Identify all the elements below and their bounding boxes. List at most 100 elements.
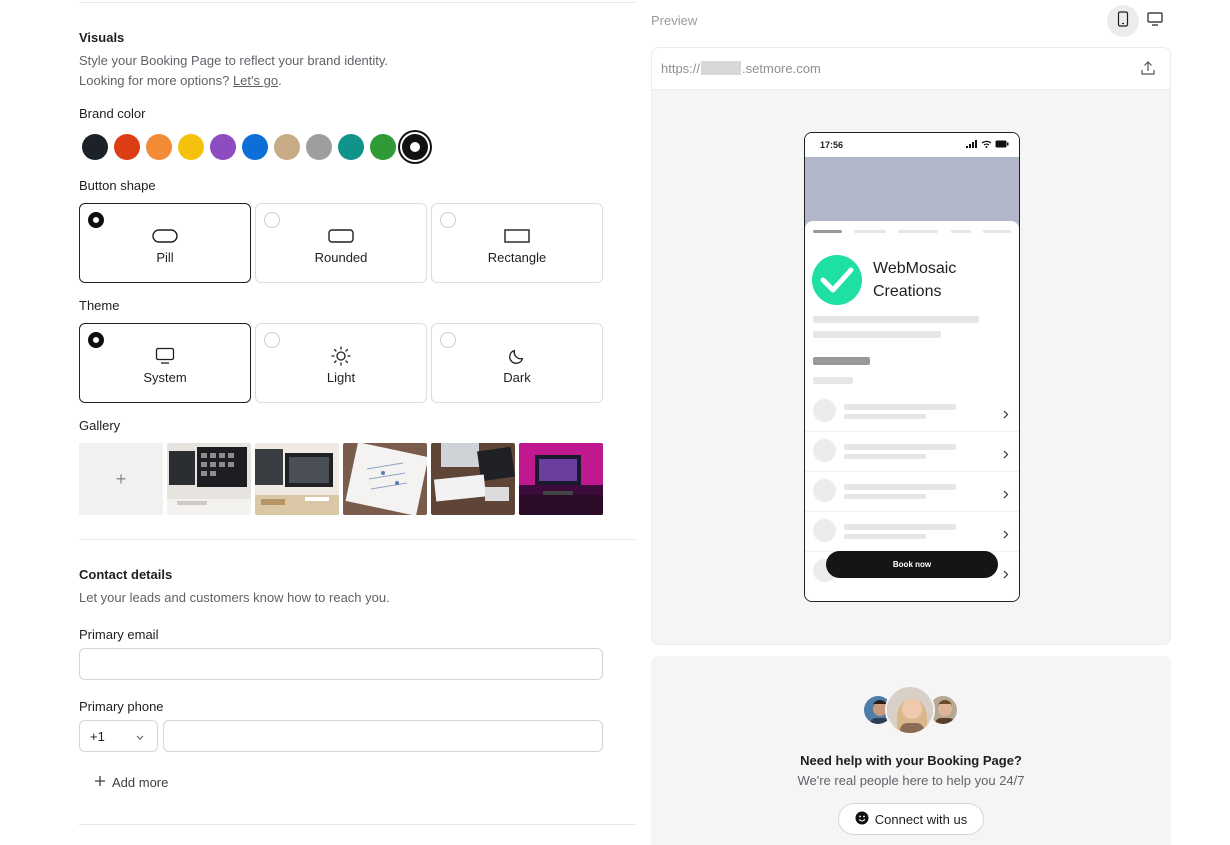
button-shape-rectangle[interactable]: Rectangle xyxy=(431,203,603,283)
chevron-right-icon xyxy=(1003,486,1009,504)
placeholder-heading xyxy=(813,357,870,365)
smiley-icon xyxy=(855,811,869,828)
mobile-preview-button[interactable] xyxy=(1107,5,1139,37)
lets-go-link[interactable]: Let's go xyxy=(233,73,278,88)
placeholder-line xyxy=(844,484,956,490)
brand-color-swatch[interactable] xyxy=(82,134,108,160)
theme-label: Theme xyxy=(79,298,120,313)
more-options-suffix: . xyxy=(278,73,282,88)
radio-unselected[interactable] xyxy=(440,332,456,348)
url-bar: https:// .setmore.com xyxy=(652,48,1170,90)
gallery-image[interactable] xyxy=(343,443,427,515)
brand-color-swatch[interactable] xyxy=(146,134,172,160)
radio-selected[interactable] xyxy=(88,212,104,228)
service-row[interactable] xyxy=(805,472,1019,512)
gallery-image[interactable] xyxy=(167,443,251,515)
rectangle-shape-icon xyxy=(432,228,602,244)
placeholder-tab xyxy=(951,230,971,233)
wifi-icon xyxy=(981,140,992,148)
theme-options: System Light Dark xyxy=(79,323,603,403)
share-button[interactable] xyxy=(1140,60,1156,81)
help-subtitle: We're real people here to help you 24/7 xyxy=(797,773,1025,788)
add-more-label: Add more xyxy=(112,775,169,790)
radio-selected[interactable] xyxy=(88,332,104,348)
desktop-preview-button[interactable] xyxy=(1139,5,1171,37)
gallery-label: Gallery xyxy=(79,418,121,433)
service-row[interactable] xyxy=(805,512,1019,552)
status-time: 17:56 xyxy=(820,140,844,150)
primary-email-input[interactable] xyxy=(79,648,603,680)
redacted-subdomain xyxy=(701,61,742,75)
radio-unselected[interactable] xyxy=(440,212,456,228)
service-avatar xyxy=(813,479,836,502)
preview-card: https://.setmore.com 17:56 WebMosaic Cre… xyxy=(651,47,1171,645)
book-now-button[interactable]: Book now xyxy=(826,551,998,578)
button-shape-label-rectangle: Rectangle xyxy=(487,250,547,265)
connect-with-us-button[interactable]: Connect with us xyxy=(838,803,984,835)
service-avatar xyxy=(813,519,836,542)
button-shape-label-pill: Pill xyxy=(156,250,174,265)
brand-color-swatch[interactable] xyxy=(210,134,236,160)
brand-color-swatch[interactable] xyxy=(370,134,396,160)
service-avatar xyxy=(813,399,836,422)
brand-color-swatch[interactable] xyxy=(274,134,300,160)
primary-phone-input[interactable] xyxy=(163,720,603,752)
placeholder-line xyxy=(844,524,956,530)
connect-label: Connect with us xyxy=(874,811,968,827)
chevron-right-icon xyxy=(1003,446,1009,464)
pill-shape-icon xyxy=(80,228,250,244)
brand-color-swatch[interactable] xyxy=(402,134,428,160)
sun-icon xyxy=(256,346,426,366)
plus-icon: + xyxy=(115,468,127,489)
add-more-button[interactable]: Add more xyxy=(94,775,168,790)
brand-color-swatch[interactable] xyxy=(242,134,268,160)
radio-unselected[interactable] xyxy=(264,212,280,228)
divider xyxy=(79,539,635,540)
placeholder-line xyxy=(844,444,956,450)
business-name: WebMosaic Creations xyxy=(873,260,957,300)
help-title: Need help with your Booking Page? xyxy=(800,753,1022,768)
radio-unselected[interactable] xyxy=(264,332,280,348)
brand-color-swatch[interactable] xyxy=(306,134,332,160)
theme-dark[interactable]: Dark xyxy=(431,323,603,403)
theme-label-system: System xyxy=(143,370,187,385)
placeholder-line xyxy=(844,454,926,459)
brand-color-swatch[interactable] xyxy=(114,134,140,160)
phone-mockup: 17:56 WebMosaic Creations Book now xyxy=(804,132,1020,602)
placeholder-line xyxy=(844,534,926,539)
gallery-image[interactable] xyxy=(255,443,339,515)
placeholder-line xyxy=(844,494,926,499)
divider xyxy=(79,824,635,825)
button-shape-pill[interactable]: Pill xyxy=(79,203,251,283)
rounded-shape-icon xyxy=(256,228,426,244)
url-prefix: https:// xyxy=(661,61,701,76)
gallery-image[interactable] xyxy=(519,443,603,515)
more-options-text: Looking for more options? xyxy=(79,73,233,88)
booking-url: https:// .setmore.com xyxy=(661,61,821,76)
monitor-icon xyxy=(1147,11,1163,31)
divider xyxy=(79,2,635,3)
brand-color-swatch[interactable] xyxy=(178,134,204,160)
gallery-image[interactable] xyxy=(431,443,515,515)
placeholder-line xyxy=(813,331,941,338)
country-code-value: +1 xyxy=(90,729,105,744)
button-shape-rounded[interactable]: Rounded xyxy=(255,203,427,283)
primary-phone-label: Primary phone xyxy=(79,699,164,714)
brand-color-swatch[interactable] xyxy=(338,134,364,160)
theme-light[interactable]: Light xyxy=(255,323,427,403)
placeholder-tab xyxy=(983,230,1011,233)
gallery-strip: + xyxy=(79,443,603,515)
gallery-add-button[interactable]: + xyxy=(79,443,163,515)
chevron-right-icon xyxy=(1003,406,1009,424)
placeholder-tab xyxy=(813,230,842,233)
chevron-down-icon xyxy=(135,730,145,745)
country-code-select[interactable]: +1 xyxy=(79,720,158,752)
placeholder-line xyxy=(813,316,979,323)
service-row[interactable] xyxy=(805,392,1019,432)
chevron-right-icon xyxy=(1003,526,1009,544)
service-row[interactable] xyxy=(805,432,1019,472)
visuals-title: Visuals xyxy=(79,30,125,45)
theme-label-light: Light xyxy=(326,370,356,385)
visuals-more-options: Looking for more options? Let's go. xyxy=(79,71,282,91)
theme-system[interactable]: System xyxy=(79,323,251,403)
